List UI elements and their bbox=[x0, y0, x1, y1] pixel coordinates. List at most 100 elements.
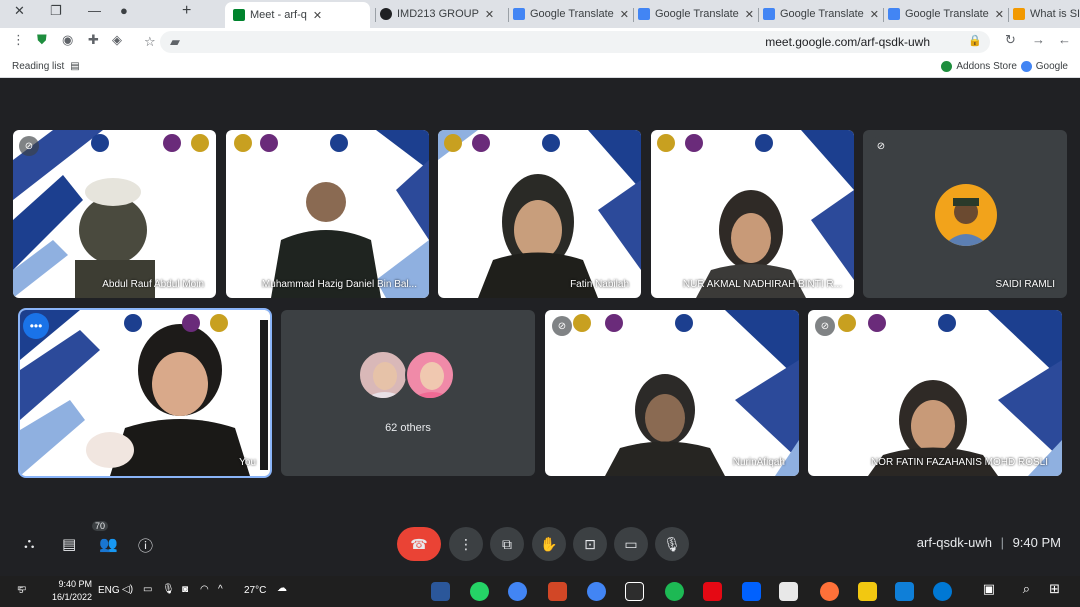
wifi-icon[interactable]: ◠ bbox=[200, 584, 209, 595]
slide-background bbox=[13, 130, 155, 298]
extensions-puzzle-icon[interactable]: ✚ bbox=[88, 32, 99, 48]
whatsapp-icon[interactable] bbox=[470, 582, 489, 601]
netflix-icon[interactable] bbox=[703, 582, 722, 601]
file-explorer-icon[interactable] bbox=[858, 582, 877, 601]
back-icon[interactable]: ← bbox=[1058, 32, 1071, 47]
close-tab-icon[interactable]: ✕ bbox=[870, 8, 879, 21]
address-bar[interactable]: 🔒 meet.google.com/arf-qsdk-uwh ▰ ☆ bbox=[144, 31, 990, 53]
edge-icon[interactable] bbox=[933, 582, 952, 601]
word-online-icon[interactable] bbox=[895, 582, 914, 601]
close-tab-icon[interactable]: ✕ bbox=[620, 8, 629, 21]
participant-tile-fatin-nabilah[interactable]: Fatin Nabilah bbox=[438, 130, 641, 298]
tab-label: What is SFPL's Co bbox=[1030, 8, 1079, 20]
bookmark-google[interactable]: Google bbox=[1020, 61, 1068, 72]
minimize-icon[interactable]: — bbox=[88, 3, 101, 18]
chrome-icon[interactable] bbox=[587, 582, 606, 601]
firefox-icon[interactable] bbox=[820, 582, 839, 601]
camera-button[interactable]: ▭ bbox=[614, 527, 648, 561]
more-options-icon[interactable]: ••• bbox=[23, 313, 49, 339]
clock-date: 16/1/2022 bbox=[51, 592, 92, 602]
raise-hand-button[interactable]: ✋ bbox=[532, 527, 566, 561]
maximize-icon[interactable]: ❐ bbox=[50, 3, 62, 19]
tab-search-icon[interactable]: ● bbox=[120, 3, 128, 18]
clock[interactable]: 9:40 PM 16/1/2022 bbox=[44, 578, 92, 604]
close-window-icon[interactable]: ✕ bbox=[14, 3, 25, 19]
close-tab-icon[interactable]: ✕ bbox=[485, 8, 494, 21]
language-indicator[interactable]: ENG bbox=[98, 585, 120, 596]
browser-toolbar: ← → ↻ 🔒 meet.google.com/arf-qsdk-uwh ▰ ☆… bbox=[0, 28, 1080, 56]
dropbox-icon[interactable] bbox=[742, 582, 761, 601]
sulam-logo-icon bbox=[330, 134, 348, 152]
spotify-icon[interactable] bbox=[665, 582, 684, 601]
new-tab-icon[interactable]: + bbox=[182, 2, 191, 20]
security-icon[interactable]: ◙ bbox=[182, 584, 188, 595]
slide-background bbox=[868, 310, 1062, 476]
camera-in-use-icon[interactable]: ▰ bbox=[170, 34, 180, 50]
tab-1[interactable]: Google Translate ✕ bbox=[888, 3, 1006, 25]
tab-4[interactable]: Google Translate ✕ bbox=[513, 3, 631, 25]
microphone-button[interactable]: 🎙 bbox=[655, 527, 689, 561]
premiere-icon[interactable] bbox=[625, 582, 644, 601]
mic-off-icon: ⊘ bbox=[19, 136, 39, 156]
crest-logo-icon bbox=[838, 314, 856, 332]
bookmark-star-icon[interactable]: ☆ bbox=[144, 34, 156, 50]
slide-background bbox=[438, 130, 641, 298]
forward-icon[interactable]: → bbox=[1032, 32, 1045, 47]
reload-icon[interactable]: ↻ bbox=[1005, 32, 1016, 48]
view-site-info-icon[interactable]: 🔒 bbox=[968, 34, 982, 47]
tab-6-active[interactable]: Meet - arf-q ✕ bbox=[225, 2, 370, 28]
volume-icon[interactable]: ◁) bbox=[122, 584, 133, 595]
mic-icon: 🎙 bbox=[663, 535, 681, 552]
battery-icon[interactable]: ▭ bbox=[143, 584, 152, 595]
powerpoint-icon[interactable] bbox=[548, 582, 567, 601]
participant-name: Fatin Nabilah bbox=[570, 279, 629, 290]
microphone-tray-icon[interactable]: 🎙 bbox=[162, 584, 175, 595]
profile-icon[interactable]: ◉ bbox=[62, 32, 73, 48]
tab-5[interactable]: IMD213 GROUP ✕ bbox=[380, 3, 506, 25]
leave-call-button[interactable]: ☎ bbox=[397, 527, 441, 561]
participant-name: NurinAfiqah bbox=[732, 457, 785, 468]
tab-3[interactable]: Google Translate ✕ bbox=[638, 3, 756, 25]
participant-tile-you[interactable]: ••• You bbox=[18, 308, 272, 478]
people-icon[interactable]: 👥 bbox=[99, 535, 118, 553]
menu-kebab-icon[interactable]: ⋮ bbox=[12, 32, 25, 48]
close-tab-icon[interactable]: ✕ bbox=[313, 9, 322, 22]
close-tab-icon[interactable]: ✕ bbox=[745, 8, 754, 21]
activities-icon[interactable]: ⛬ bbox=[24, 535, 35, 552]
sulam-logo-icon bbox=[938, 314, 956, 332]
tab-2[interactable]: Google Translate ✕ bbox=[763, 3, 881, 25]
close-tab-icon[interactable]: ✕ bbox=[995, 8, 1004, 21]
uitm-logo-icon bbox=[260, 134, 278, 152]
chat-icon[interactable]: ▤ bbox=[62, 535, 76, 553]
search-icon[interactable]: ⌕ bbox=[1023, 581, 1030, 597]
meeting-details-icon[interactable]: ⓘ bbox=[138, 535, 153, 556]
mic-off-icon: ⊘ bbox=[871, 136, 891, 156]
participant-tile-abdul-rauf[interactable]: ⊘ Abdul Rauf Abdul Moin bbox=[13, 130, 216, 298]
chrome-profile-icon[interactable] bbox=[508, 582, 527, 601]
extension-shield-icon[interactable]: ◈ bbox=[112, 32, 122, 48]
bookmark-addons[interactable]: Addons Store bbox=[941, 61, 1017, 72]
tab-0[interactable]: What is SFPL's Co bbox=[1013, 3, 1079, 25]
reading-list-icon: ▤ bbox=[70, 61, 80, 72]
present-now-button[interactable]: ⧉ bbox=[490, 527, 524, 561]
start-icon[interactable]: ⊞ bbox=[1049, 581, 1060, 597]
show-hidden-icons[interactable]: ^ bbox=[218, 584, 223, 595]
meet-icon bbox=[233, 9, 245, 21]
participant-count-badge: 70 bbox=[92, 521, 109, 531]
participant-tile-nur-akmal[interactable]: NUR AKMAL NADHIRAH BINTI R... bbox=[651, 130, 854, 298]
captions-button[interactable]: ⊡ bbox=[573, 527, 607, 561]
participant-tile-nor-fatin[interactable]: ⊘ NOR FATIN FAZAHANIS MOHD ROSLI bbox=[808, 310, 1062, 476]
participant-tile-muhammad-hazig[interactable]: Muhammad Hazig Daniel Bin Bal... bbox=[226, 130, 429, 298]
participant-tile-saidi-ramli[interactable]: ⊘ SAIDI RAMLI bbox=[863, 130, 1067, 298]
uitm-logo-icon bbox=[868, 314, 886, 332]
slide-background bbox=[20, 310, 270, 476]
app-icon[interactable] bbox=[779, 582, 798, 601]
security-extension-icon[interactable]: ⛊ bbox=[37, 32, 47, 48]
task-view-icon[interactable]: ▣ bbox=[983, 581, 995, 597]
participant-tile-others[interactable]: 62 others bbox=[281, 310, 535, 476]
word-icon[interactable] bbox=[431, 582, 450, 601]
reading-list[interactable]: Reading list ▤ bbox=[12, 61, 80, 72]
uitm-logo-icon bbox=[605, 314, 623, 332]
more-options-button[interactable]: ⋮ bbox=[449, 527, 483, 561]
participant-tile-nurin-afiqah[interactable]: ⊘ NurinAfiqah bbox=[545, 310, 799, 476]
